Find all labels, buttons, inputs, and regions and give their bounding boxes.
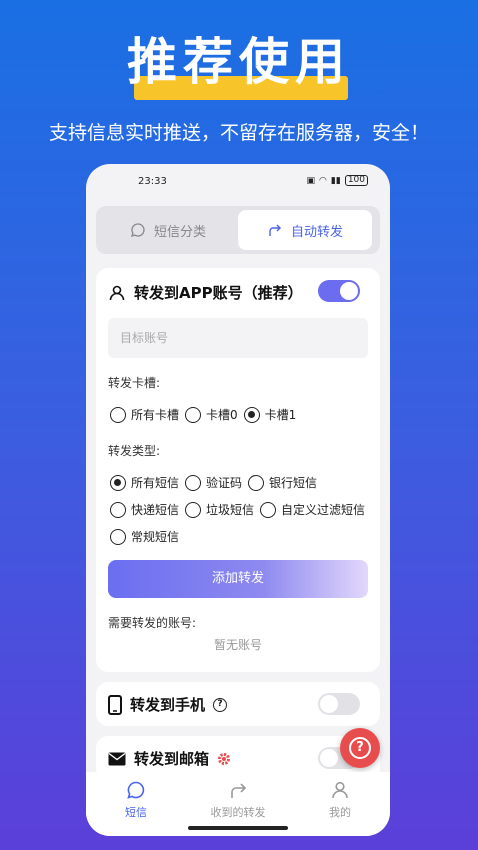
battery-icon: 100 xyxy=(344,175,368,186)
forward-email-title: 转发到邮箱 xyxy=(108,748,231,769)
radio-circle-selected xyxy=(110,474,126,491)
phone-icon xyxy=(108,694,122,715)
signal-icon: ▮▮ xyxy=(330,175,341,186)
tab-label: 短信分类 xyxy=(153,224,206,240)
forward-app-title: 转发到APP账号（推荐） xyxy=(108,282,303,303)
person-icon xyxy=(109,285,125,300)
help-circle-icon[interactable]: ? xyxy=(213,697,228,712)
tab-mine[interactable]: 我的 xyxy=(290,780,390,820)
promo-headline: 推荐使用 xyxy=(0,30,478,100)
target-account-input[interactable]: 目标账号 xyxy=(108,318,368,358)
tab-label: 自动转发 xyxy=(290,224,343,240)
headline-text: 推荐使用 xyxy=(127,33,351,91)
question-icon: ? xyxy=(349,737,371,759)
radio-circle xyxy=(110,406,126,423)
slot-label: 转发卡槽: xyxy=(108,376,161,390)
radio-circle xyxy=(110,528,126,545)
radio-circle xyxy=(185,474,202,491)
slot-radio-1[interactable]: 卡槽1 xyxy=(243,406,296,423)
radio-circle xyxy=(248,474,265,491)
type-radio-custom[interactable]: 自定义过滤短信 xyxy=(260,501,365,518)
toggle-knob xyxy=(320,695,338,713)
status-time: 23:33 xyxy=(138,176,167,187)
type-radio-group-1: 所有短信 验证码 银行短信 xyxy=(110,474,317,491)
type-radio-express[interactable]: 快递短信 xyxy=(110,501,179,518)
type-radio-group-3: 常规短信 xyxy=(110,528,179,545)
radio-circle xyxy=(185,406,202,423)
slot-radio-group: 所有卡槽 卡槽0 卡槽1 xyxy=(110,406,296,423)
help-fab-button[interactable]: ? xyxy=(340,728,380,768)
promo-subline: 支持信息实时推送，不留存在服务器，安全！ xyxy=(48,122,429,144)
radio-circle xyxy=(260,501,277,518)
chat-bubble-icon xyxy=(127,781,145,799)
radio-circle xyxy=(110,501,126,518)
toggle-knob xyxy=(340,282,358,300)
forward-phone-toggle[interactable] xyxy=(318,693,360,715)
tab-sms[interactable]: 短信 xyxy=(86,780,186,820)
slot-radio-all[interactable]: 所有卡槽 xyxy=(110,406,179,423)
type-radio-code[interactable]: 验证码 xyxy=(185,474,242,491)
chat-bubble-icon xyxy=(130,223,145,238)
slot-radio-0[interactable]: 卡槽0 xyxy=(185,406,238,423)
home-indicator xyxy=(188,826,288,830)
type-radio-group-2: 快递短信 垃圾短信 自定义过滤短信 xyxy=(110,501,365,518)
type-radio-all[interactable]: 所有短信 xyxy=(110,474,179,491)
type-radio-normal[interactable]: 常规短信 xyxy=(110,528,179,545)
wifi-icon: ◠ xyxy=(319,175,327,186)
segmented-control: 短信分类 自动转发 xyxy=(96,206,380,254)
forward-arrow-icon xyxy=(231,783,247,798)
type-radio-spam[interactable]: 垃圾短信 xyxy=(185,501,254,518)
person-icon xyxy=(332,781,348,799)
forward-app-card: 转发到APP账号（推荐） 目标账号 转发卡槽: 所有卡槽 卡槽0 卡槽1 转发类… xyxy=(96,268,380,672)
gear-icon[interactable] xyxy=(217,752,231,766)
type-label: 转发类型: xyxy=(108,444,161,458)
accounts-label: 需要转发的账号: xyxy=(108,616,197,630)
toggle-knob xyxy=(320,749,338,767)
mail-icon xyxy=(108,752,126,765)
forward-app-toggle[interactable] xyxy=(318,280,360,302)
forward-phone-card: 转发到手机 ? xyxy=(96,682,380,726)
status-bar: 23:33 ▣ ◠ ▮▮ 100 xyxy=(86,164,390,200)
sim-icon: ▣ xyxy=(306,175,316,186)
forward-arrow-icon xyxy=(269,224,281,236)
phone-screen: 23:33 ▣ ◠ ▮▮ 100 短信分类 自动转发 转发到APP账号（推荐） … xyxy=(86,164,390,836)
radio-circle xyxy=(185,501,202,518)
tab-sms-category[interactable]: 短信分类 xyxy=(100,210,236,250)
type-radio-bank[interactable]: 银行短信 xyxy=(248,474,317,491)
tab-received-forwards[interactable]: 收到的转发 xyxy=(188,780,288,820)
empty-accounts-text: 暂无账号 xyxy=(213,638,262,652)
add-forward-button[interactable]: 添加转发 xyxy=(108,560,368,598)
radio-circle-selected xyxy=(243,406,260,423)
tab-auto-forward[interactable]: 自动转发 xyxy=(238,210,372,250)
forward-phone-title: 转发到手机 ? xyxy=(108,694,228,715)
